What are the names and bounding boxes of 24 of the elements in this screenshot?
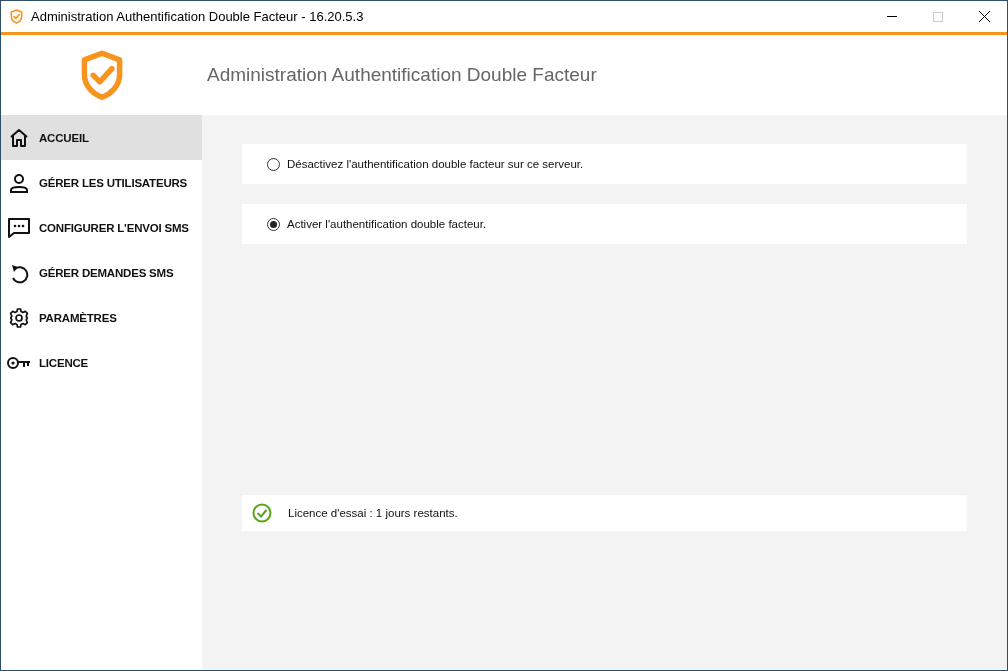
minimize-icon	[887, 16, 897, 17]
radio-button[interactable]	[267, 217, 280, 231]
sidebar-item[interactable]: CONFIGURER L'ENVOI SMS	[1, 205, 202, 250]
sidebar-item[interactable]: PARAMÈTRES	[1, 295, 202, 340]
sidebar-item[interactable]: GÉRER DEMANDES SMS	[1, 250, 202, 295]
check-circle-icon	[252, 503, 272, 523]
person-icon	[9, 172, 29, 193]
close-icon	[978, 11, 990, 22]
app-heading: Administration Authentification Double Facteur	[207, 64, 597, 86]
sidebar-item[interactable]: GÉRER LES UTILISATEURS	[1, 160, 202, 205]
sidebar-item[interactable]: LICENCE	[1, 340, 202, 385]
shield-check-logo	[79, 49, 124, 101]
license-status-text: Licence d'essai : 1 jours restants.	[288, 507, 458, 519]
shield-check-icon	[10, 9, 23, 24]
key-icon	[7, 355, 31, 370]
maximize-icon	[933, 11, 943, 22]
settings-icon	[9, 307, 29, 328]
radio-button[interactable]	[267, 157, 280, 171]
chat-bubble-icon	[8, 217, 30, 238]
window-title: Administration Authentification Double Facteur - 16.20.5.3	[31, 9, 364, 24]
home-icon	[9, 127, 29, 148]
radio-label[interactable]: Désactivez l'authentification double facteur sur ce serveur.	[287, 158, 584, 170]
radio-label[interactable]: Activer l'authentification double facteur.	[287, 218, 487, 230]
sidebar-item[interactable]: ACCUEIL	[1, 115, 202, 160]
